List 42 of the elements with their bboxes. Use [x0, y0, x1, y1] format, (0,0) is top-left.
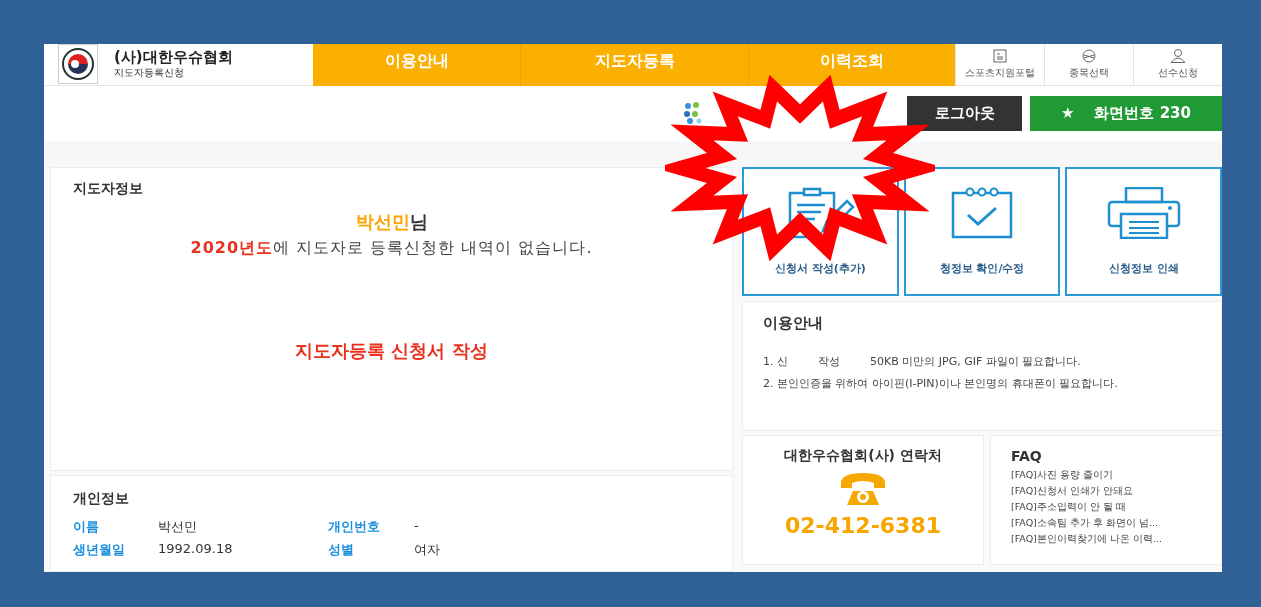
- field-label: 성별: [328, 541, 355, 559]
- faq-link[interactable]: [FAQ]본인이력찾기에 나온 이력...: [1011, 533, 1201, 546]
- panel-title: 지도자정보: [73, 180, 143, 198]
- person-icon: [1170, 48, 1186, 63]
- calendar-check-icon: [950, 187, 1014, 239]
- panel-title: 이용안내: [763, 314, 824, 333]
- panel-title: 대한우슈협회(사) 연락처: [784, 448, 942, 463]
- guide-text: 2. 본인인증을 위하여 아이핀(I-PIN)이나 본인명의 휴대폰이 필요합니다.: [763, 376, 1118, 392]
- site-subtitle: 지도자등록신청: [114, 66, 185, 81]
- field-value: 1992.09.18: [158, 541, 234, 558]
- faq-link[interactable]: [FAQ]주소입력이 안 될 때: [1011, 501, 1201, 514]
- printer-icon: [1105, 187, 1182, 239]
- utility-link[interactable]: 선수신청: [1133, 44, 1222, 86]
- application-link[interactable]: 지도자등록 신청서 작성: [295, 339, 488, 363]
- field-label: 이름: [73, 518, 100, 536]
- organization-name: (사)대한우슈협회: [114, 48, 233, 67]
- action-card[interactable]: 신청정보 인쇄: [1065, 167, 1222, 296]
- telephone-icon: [839, 471, 887, 505]
- field-value: 박선민: [158, 518, 198, 536]
- action-card[interactable]: 청정보 확인/수정: [903, 167, 1061, 296]
- notice-text: 2020년도에 지도자로 등록신청한 내역이 없습니다.: [190, 238, 593, 259]
- greeting-text: 박선민님: [355, 210, 428, 234]
- faq-link[interactable]: [FAQ]사진 용량 줄이기: [1011, 469, 1201, 482]
- guide-text: 작성: [818, 354, 840, 370]
- panel-title: FAQ: [1011, 448, 1043, 464]
- faq-link[interactable]: [FAQ]신청서 인쇄가 안돼요: [1011, 485, 1201, 498]
- panel-title: 개인정보: [73, 490, 129, 506]
- utility-link[interactable]: 스포츠지원포털: [955, 44, 1044, 86]
- ball-icon: [1082, 48, 1096, 63]
- field-label: 개인번호: [328, 518, 381, 536]
- document-icon: [993, 48, 1007, 63]
- faq-link[interactable]: [FAQ]소속팀 추가 후 화면이 넘...: [1011, 517, 1201, 530]
- snowflake-logo-icon: [684, 102, 702, 125]
- field-value: 여자: [414, 541, 441, 559]
- screen-number-button[interactable]: ★ 화면번호 230: [1030, 95, 1222, 131]
- field-value: -: [414, 518, 420, 535]
- guide-text: 50KB 미만의 JPG, GIF 파일이 필요합니다.: [870, 354, 1081, 370]
- phone-number: 02-412-6381: [785, 513, 941, 538]
- guide-text: 1. 신: [763, 354, 788, 370]
- logout-button[interactable]: 로그아웃: [907, 95, 1022, 131]
- field-label: 생년월일: [73, 541, 126, 559]
- utility-link[interactable]: 종목선택: [1044, 44, 1133, 86]
